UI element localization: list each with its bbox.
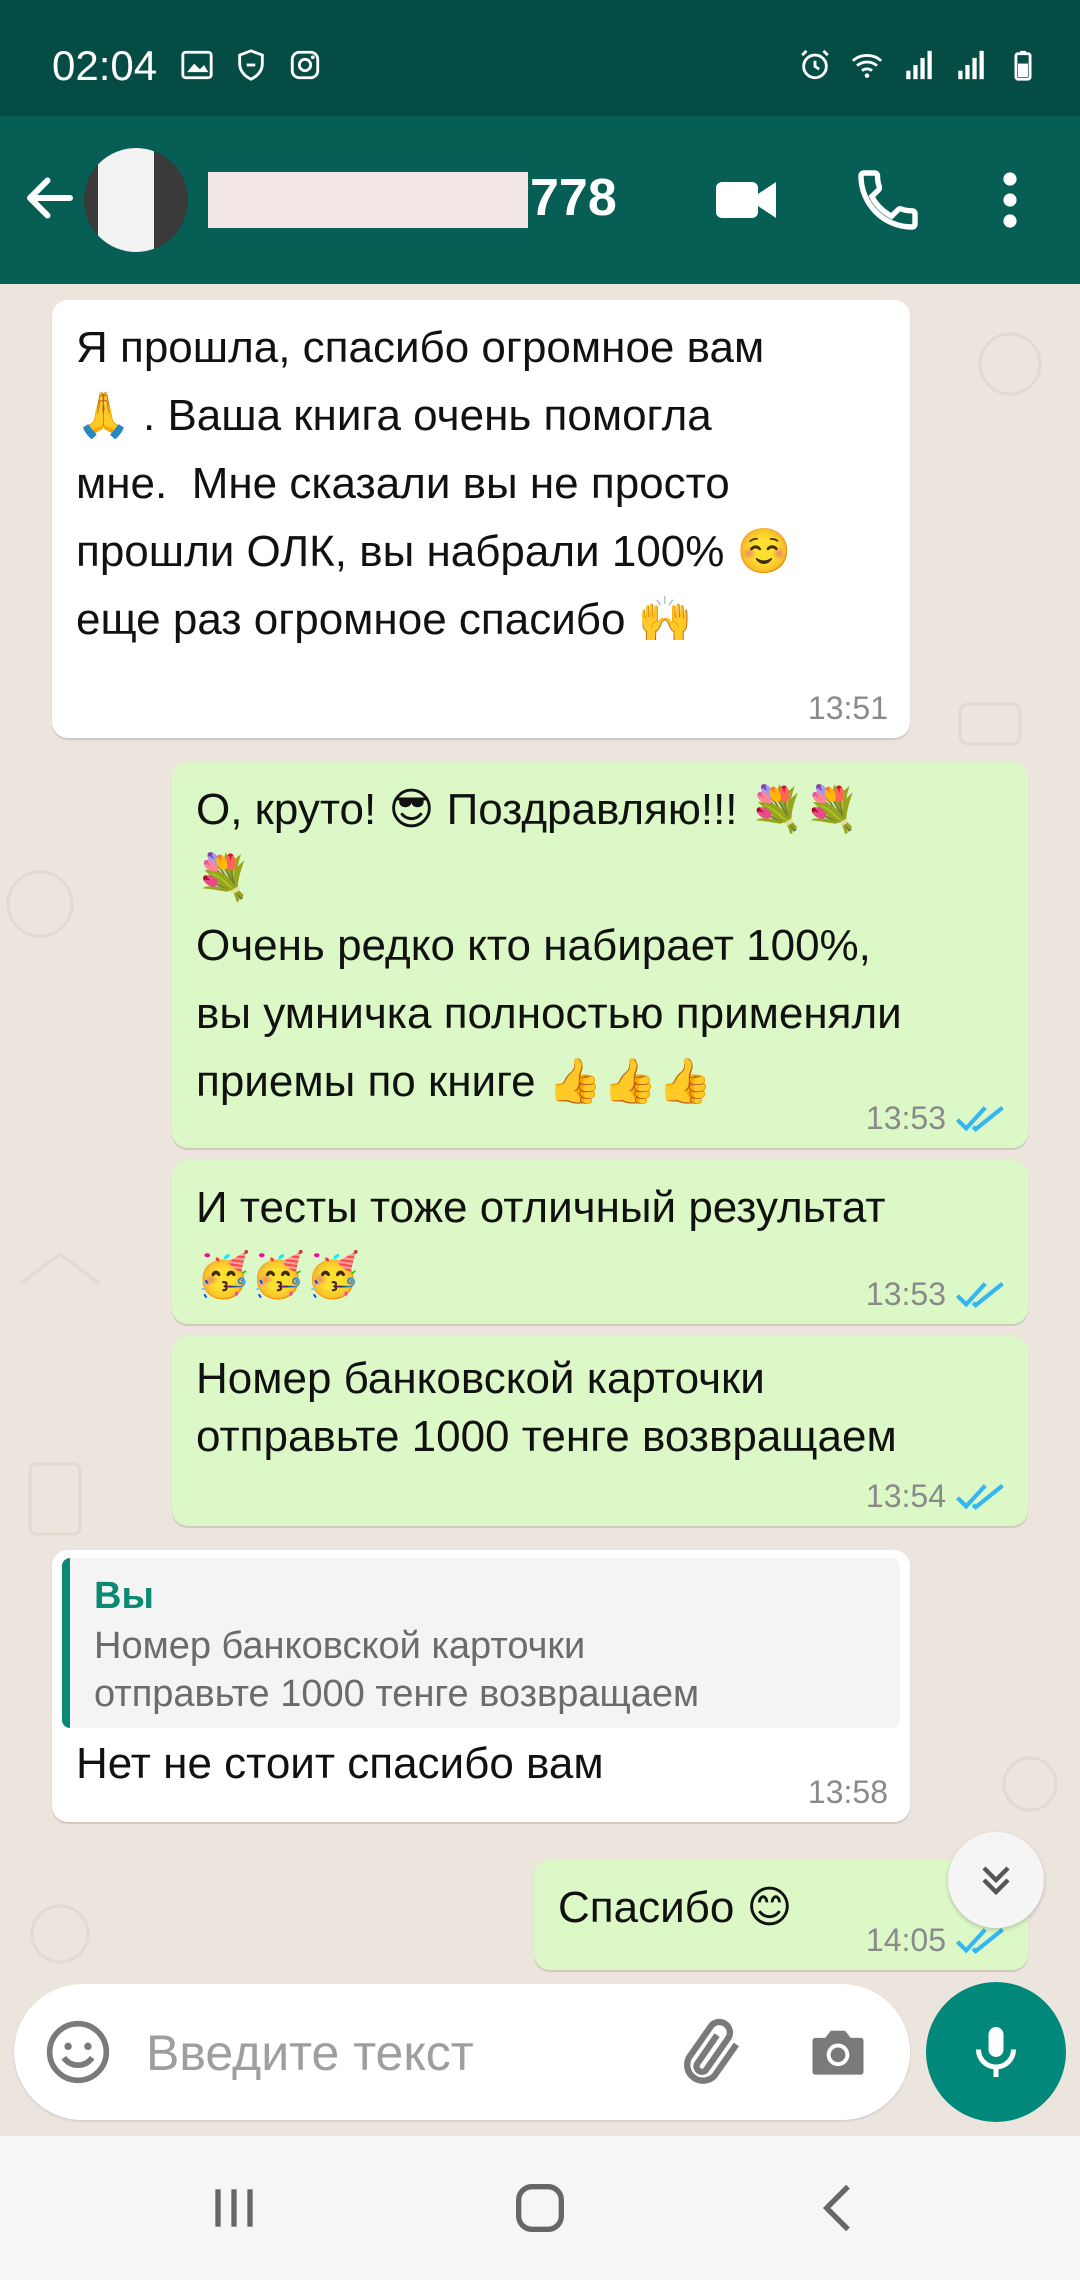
camera-icon[interactable] — [804, 2018, 872, 2086]
status-time: 02:04 — [52, 42, 158, 89]
signal-icon — [958, 50, 984, 80]
message-time: 13:54 — [865, 1478, 946, 1514]
status-bar: 02:04 — [0, 0, 1080, 116]
gallery-icon — [181, 50, 213, 80]
shield-icon — [238, 49, 264, 81]
quote-author: Вы — [94, 1575, 154, 1617]
message-bubble-incoming-reply[interactable]: Вы Номер банковской карточки отправьте 1… — [52, 1550, 910, 1822]
message-bubble-outgoing[interactable]: О, круто! 😎 Поздравляю!!! 💐💐 💐 Очень ред… — [172, 762, 1028, 1148]
system-navigation-bar — [0, 2136, 1080, 2280]
message-time: 13:53 — [865, 1276, 946, 1312]
message-text: Нет не стоит спасибо вам — [76, 1739, 604, 1788]
read-ticks-icon — [955, 1927, 1004, 1955]
back-arrow-icon[interactable] — [20, 168, 80, 228]
home-icon[interactable] — [508, 2176, 572, 2240]
message-time: 13:51 — [807, 690, 888, 726]
read-ticks-icon — [955, 1105, 1004, 1133]
message-bubble-outgoing[interactable]: И тесты тоже отличный результат 🥳🥳🥳 13:5… — [172, 1160, 1028, 1324]
quote-text: Номер банковской карточки отправьте 1000… — [94, 1625, 700, 1715]
recent-apps-icon[interactable] — [202, 2176, 266, 2240]
video-call-icon[interactable] — [710, 164, 782, 236]
chat-area[interactable]: Я прошла, спасибо огромное вам 🙏 . Ваша … — [0, 284, 1080, 1984]
message-input[interactable] — [144, 2014, 668, 2092]
redacted-contact-name[interactable] — [208, 172, 528, 228]
wifi-icon — [851, 54, 883, 78]
emoji-icon[interactable] — [44, 2018, 112, 2086]
more-vertical-icon[interactable] — [986, 164, 1034, 236]
avatar[interactable] — [84, 148, 188, 252]
scroll-to-bottom-button[interactable] — [948, 1832, 1044, 1928]
battery-icon — [1014, 50, 1032, 81]
alarm-icon — [801, 49, 829, 80]
signal-icon — [906, 50, 932, 80]
instagram-icon — [290, 50, 320, 80]
message-text: О, круто! 😎 Поздравляю!!! 💐💐 💐 Очень ред… — [196, 785, 902, 1106]
message-time: 13:58 — [807, 1774, 888, 1810]
microphone-icon — [976, 2027, 1016, 2077]
read-ticks-icon — [955, 1281, 1004, 1309]
message-text: Я прошла, спасибо огромное вам 🙏 . Ваша … — [76, 323, 792, 644]
read-ticks-icon — [955, 1483, 1004, 1511]
message-bubble-incoming[interactable]: Я прошла, спасибо огромное вам 🙏 . Ваша … — [52, 300, 910, 738]
back-icon[interactable] — [808, 2176, 872, 2240]
message-time: 14:05 — [865, 1922, 946, 1958]
message-composer — [14, 1984, 910, 2120]
contact-name[interactable]: 778 — [530, 168, 617, 228]
microphone-button[interactable] — [926, 1982, 1066, 2122]
paperclip-icon[interactable] — [674, 2014, 750, 2090]
message-text: Номер банковской карточки отправьте 1000… — [196, 1354, 897, 1461]
message-time: 13:53 — [865, 1100, 946, 1136]
phone-icon[interactable] — [852, 164, 924, 236]
message-bubble-outgoing[interactable]: Номер банковской карточки отправьте 1000… — [172, 1336, 1028, 1526]
quoted-message[interactable]: Вы Номер банковской карточки отправьте 1… — [62, 1558, 900, 1728]
double-chevron-down-icon — [982, 1866, 1010, 1896]
chat-header: 778 — [0, 116, 1080, 284]
